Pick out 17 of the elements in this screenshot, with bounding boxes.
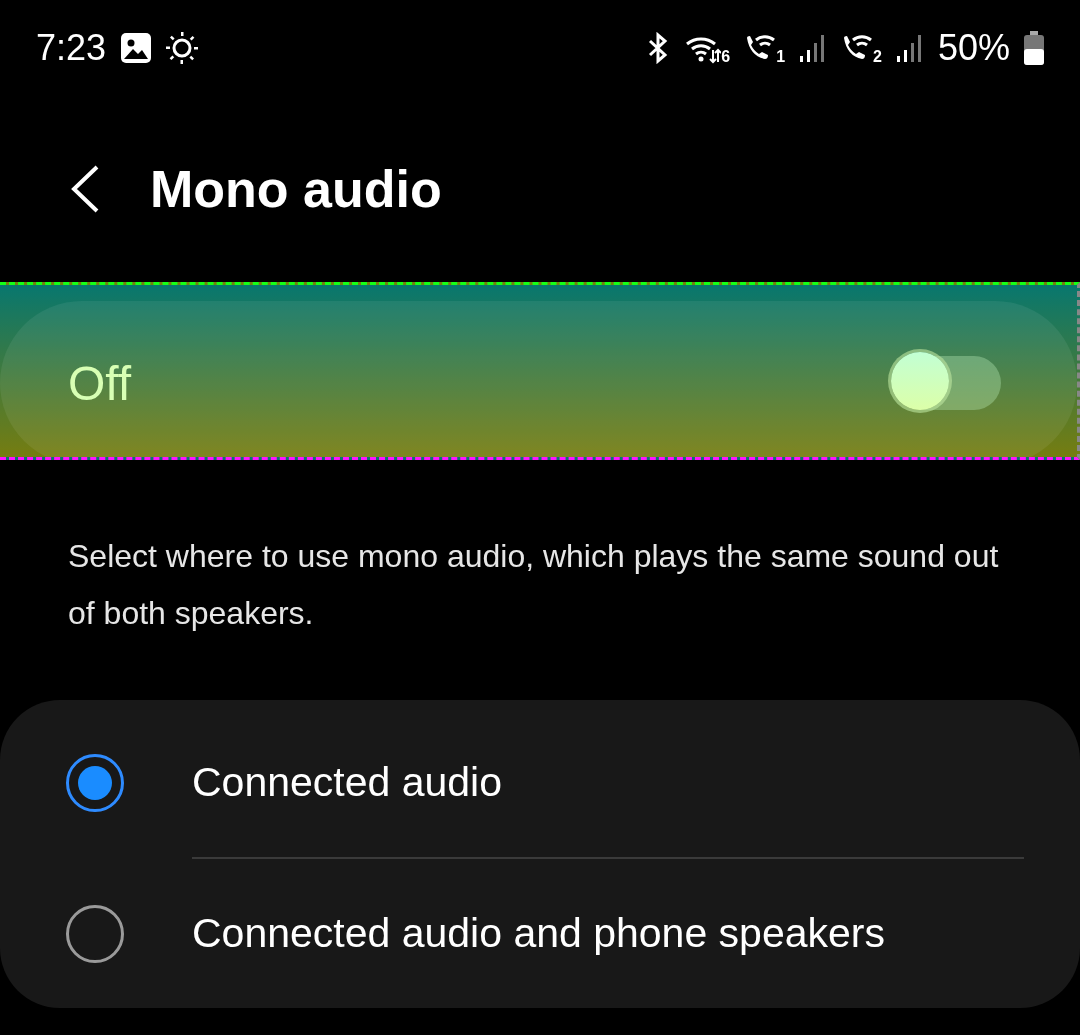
sim-label: 1 [776,48,786,66]
sim-label: 2 [873,48,882,66]
page-title: Mono audio [150,159,442,219]
radio-button[interactable] [66,904,124,963]
wifi-label: 6 [721,48,731,66]
signal-icon [895,32,924,64]
option-label[interactable]: Connected audio and phone speakers [192,910,885,957]
master-switch-bar[interactable]: Off [0,301,1077,457]
radio-button[interactable] [66,753,124,812]
battery-percentage: 50% [937,27,1010,69]
brightness-icon [166,32,199,64]
description: Select where to use mono audio, which plays the same sound out of both speakers. [68,537,1000,633]
option-label[interactable]: Connected audio [192,759,503,806]
switch-label: Off [68,355,132,411]
clock: 7:23 [36,27,107,69]
battery-icon [1024,31,1044,65]
image-icon [120,32,153,64]
